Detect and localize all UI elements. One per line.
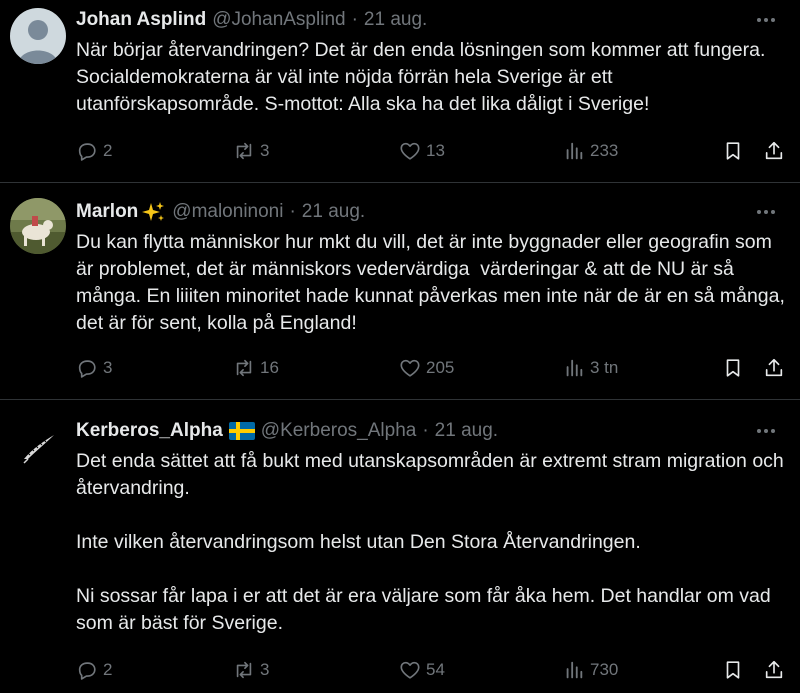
avatar[interactable] (10, 198, 66, 254)
views-chart-icon (566, 359, 583, 377)
author-handle[interactable]: @JohanAsplind (212, 9, 345, 31)
tweet-text: Det enda sättet att få bukt med utanskap… (76, 448, 792, 637)
retweet-icon (236, 142, 252, 160)
tweet-header: Johan Asplind @JohanAsplind · 21 aug. (76, 8, 427, 32)
more-dots-icon[interactable] (754, 10, 778, 30)
reply-button[interactable]: 3 (76, 355, 112, 381)
more-dots-icon[interactable] (754, 202, 778, 222)
heart-icon (400, 661, 420, 679)
views-chart-icon (566, 661, 583, 679)
retweet-button[interactable]: 3 (233, 657, 269, 683)
reply-count: 2 (103, 660, 113, 679)
retweet-count: 3 (260, 660, 270, 679)
tweet-date[interactable]: 21 aug. (435, 420, 498, 442)
heart-icon (400, 359, 420, 377)
share-button[interactable] (763, 657, 785, 683)
reply-icon (78, 662, 96, 680)
reply-icon (78, 360, 96, 378)
share-icon (765, 660, 783, 679)
bookmark-icon (726, 661, 740, 679)
bookmark-icon (726, 359, 740, 377)
avatar[interactable] (10, 8, 66, 64)
tweet-paragraph: När börjar återvandringen? Det är den en… (76, 39, 771, 115)
tweet-paragraph: Inte vilken återvandringsom helst utan D… (76, 531, 641, 553)
reply-button[interactable]: 2 (76, 138, 112, 164)
reply-count: 3 (103, 358, 113, 377)
like-count: 54 (426, 660, 445, 679)
bookmark-button[interactable] (722, 138, 744, 164)
retweet-icon (236, 359, 252, 377)
tweet-date[interactable]: 21 aug. (364, 9, 427, 31)
author-name[interactable]: Marlon (76, 201, 138, 223)
reply-button[interactable]: 2 (76, 657, 112, 683)
separator: · (289, 201, 296, 222)
retweet-button[interactable]: 3 (233, 138, 269, 164)
avatar[interactable] (10, 419, 66, 475)
divider (0, 182, 800, 183)
heart-icon (400, 142, 420, 160)
retweet-button[interactable]: 16 (233, 355, 279, 381)
like-button[interactable]: 54 (399, 657, 445, 683)
share-button[interactable] (763, 355, 785, 381)
retweet-icon (236, 661, 252, 679)
author-name[interactable]: Kerberos_Alpha (76, 420, 223, 442)
sparkles-icon (140, 201, 166, 223)
tweet-actions: 2 3 54 730 (76, 657, 792, 683)
flag-sweden-icon (228, 422, 255, 440)
author-handle[interactable]: @maloninoni (172, 201, 283, 223)
tweet-text: När börjar återvandringen? Det är den en… (76, 37, 792, 118)
author-handle[interactable]: @Kerberos_Alpha (261, 420, 417, 442)
tweet-paragraph: Ni sossar får lapa i er att det är era v… (76, 585, 777, 634)
views-button[interactable]: 3 tn (563, 355, 618, 381)
tweet-actions: 2 3 13 233 (76, 138, 792, 164)
share-icon (765, 141, 783, 160)
bookmark-icon (726, 142, 740, 160)
more-dots-icon[interactable] (754, 421, 778, 441)
separator: · (351, 9, 358, 30)
retweet-count: 3 (260, 141, 270, 160)
tweet-actions: 3 16 205 3 tn (76, 355, 792, 381)
tweet-paragraph: Det enda sättet att få bukt med utanskap… (76, 450, 790, 499)
like-button[interactable]: 13 (399, 138, 445, 164)
like-count: 13 (426, 141, 445, 160)
author-name[interactable]: Johan Asplind (76, 9, 206, 31)
views-button[interactable]: 233 (563, 138, 618, 164)
share-button[interactable] (763, 138, 785, 164)
views-chart-icon (566, 142, 583, 160)
tweet-header: Kerberos_Alpha @Kerberos_Alpha · 21 aug. (76, 419, 498, 443)
view-count: 730 (590, 660, 619, 679)
tweet-text: Du kan flytta människor hur mkt du vill,… (76, 229, 792, 337)
reply-count: 2 (103, 141, 113, 160)
reply-icon (78, 143, 96, 161)
retweet-count: 16 (260, 358, 279, 377)
view-count: 233 (590, 141, 619, 160)
bookmark-button[interactable] (722, 355, 744, 381)
tweet-header: Marlon @maloninoni · 21 aug. (76, 200, 365, 224)
tweet-paragraph: Du kan flytta människor hur mkt du vill,… (76, 231, 791, 334)
bookmark-button[interactable] (722, 657, 744, 683)
views-button[interactable]: 730 (563, 657, 618, 683)
like-count: 205 (426, 358, 455, 377)
divider (0, 399, 800, 400)
like-button[interactable]: 205 (399, 355, 454, 381)
view-count: 3 tn (590, 358, 619, 377)
tweet-date[interactable]: 21 aug. (302, 201, 365, 223)
separator: · (422, 420, 429, 441)
share-icon (765, 358, 783, 377)
